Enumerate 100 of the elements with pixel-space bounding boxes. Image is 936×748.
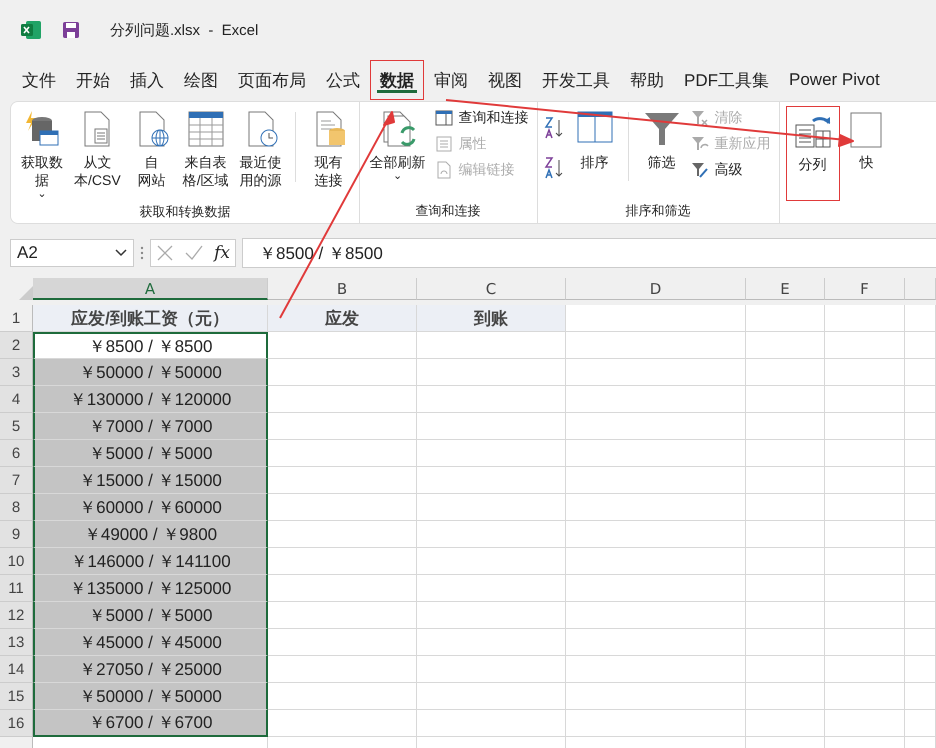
ribbon-button[interactable]: 获取数 据 ⌄ bbox=[17, 106, 67, 202]
table-cell[interactable] bbox=[746, 656, 825, 683]
row-header[interactable]: 7 bbox=[0, 467, 33, 494]
table-cell[interactable]: ￥45000 / ￥45000 bbox=[33, 629, 268, 656]
row-header[interactable]: 2 bbox=[0, 332, 33, 359]
row-header[interactable]: 8 bbox=[0, 494, 33, 521]
table-cell[interactable]: ￥60000 / ￥60000 bbox=[33, 494, 268, 521]
table-cell[interactable] bbox=[905, 386, 936, 413]
sort-descending-icon[interactable] bbox=[544, 156, 564, 180]
table-cell[interactable] bbox=[417, 332, 566, 359]
table-cell[interactable] bbox=[268, 467, 417, 494]
table-cell[interactable]: ￥135000 / ￥125000 bbox=[33, 575, 268, 602]
table-cell[interactable] bbox=[566, 629, 746, 656]
formula-field[interactable]: ￥8500 / ￥8500 bbox=[242, 238, 936, 268]
row-header[interactable]: 5 bbox=[0, 413, 33, 440]
table-cell[interactable] bbox=[566, 521, 746, 548]
table-cell[interactable] bbox=[566, 575, 746, 602]
table-cell[interactable] bbox=[905, 683, 936, 710]
table-cell[interactable] bbox=[417, 359, 566, 386]
table-cell[interactable] bbox=[746, 332, 825, 359]
table-cell[interactable] bbox=[417, 548, 566, 575]
table-cell[interactable] bbox=[268, 332, 417, 359]
table-cell[interactable] bbox=[746, 305, 825, 332]
table-cell[interactable] bbox=[746, 602, 825, 629]
table-cell[interactable] bbox=[905, 494, 936, 521]
table-cell[interactable] bbox=[746, 548, 825, 575]
ribbon-tab[interactable]: 数据 bbox=[370, 60, 424, 100]
table-cell[interactable] bbox=[268, 602, 417, 629]
table-cell[interactable] bbox=[417, 521, 566, 548]
table-cell[interactable] bbox=[746, 386, 825, 413]
table-cell[interactable] bbox=[566, 413, 746, 440]
column-header[interactable]: C bbox=[417, 278, 566, 300]
table-cell[interactable] bbox=[905, 332, 936, 359]
table-cell[interactable]: ￥130000 / ￥120000 bbox=[33, 386, 268, 413]
table-cell[interactable] bbox=[268, 575, 417, 602]
table-cell[interactable]: ￥8500 / ￥8500 bbox=[33, 332, 268, 359]
row-header[interactable]: 10 bbox=[0, 548, 33, 575]
table-cell[interactable] bbox=[746, 467, 825, 494]
row-header[interactable]: 12 bbox=[0, 602, 33, 629]
table-cell[interactable] bbox=[417, 575, 566, 602]
table-cell[interactable] bbox=[825, 494, 905, 521]
table-cell[interactable] bbox=[417, 629, 566, 656]
table-cell[interactable] bbox=[905, 440, 936, 467]
row-header[interactable]: 13 bbox=[0, 629, 33, 656]
row-header[interactable]: 6 bbox=[0, 440, 33, 467]
table-cell[interactable] bbox=[825, 305, 905, 332]
table-cell[interactable] bbox=[268, 710, 417, 737]
table-cell[interactable] bbox=[268, 521, 417, 548]
table-cell[interactable] bbox=[825, 467, 905, 494]
table-cell[interactable] bbox=[746, 413, 825, 440]
table-cell[interactable]: ￥5000 / ￥5000 bbox=[33, 602, 268, 629]
ribbon-tab[interactable]: 帮助 bbox=[620, 60, 674, 100]
table-cell[interactable] bbox=[268, 440, 417, 467]
table-cell[interactable] bbox=[417, 494, 566, 521]
ribbon-button[interactable]: 查询和连接 bbox=[432, 108, 531, 128]
table-cell[interactable] bbox=[566, 359, 746, 386]
ribbon-button[interactable]: 现有 连接 bbox=[304, 106, 353, 202]
table-cell[interactable] bbox=[417, 467, 566, 494]
ribbon-button[interactable]: 来自表 格/区域 bbox=[178, 106, 233, 202]
table-cell[interactable] bbox=[417, 683, 566, 710]
table-cell[interactable] bbox=[566, 683, 746, 710]
table-cell[interactable] bbox=[566, 332, 746, 359]
table-cell[interactable] bbox=[825, 710, 905, 737]
table-cell[interactable] bbox=[825, 413, 905, 440]
table-cell[interactable] bbox=[566, 656, 746, 683]
table-cell[interactable] bbox=[825, 683, 905, 710]
table-cell[interactable]: ￥50000 / ￥50000 bbox=[33, 359, 268, 386]
table-cell[interactable] bbox=[905, 656, 936, 683]
table-cell[interactable] bbox=[417, 386, 566, 413]
ribbon-tab[interactable]: PDF工具集 bbox=[674, 60, 779, 100]
ribbon-button[interactable]: 快 bbox=[842, 106, 891, 201]
table-cell[interactable] bbox=[825, 656, 905, 683]
table-cell[interactable] bbox=[417, 413, 566, 440]
table-cell[interactable] bbox=[268, 386, 417, 413]
table-cell[interactable] bbox=[268, 413, 417, 440]
table-cell[interactable] bbox=[825, 629, 905, 656]
table-cell[interactable] bbox=[268, 683, 417, 710]
ribbon-button[interactable]: 高级 bbox=[688, 160, 773, 180]
table-cell[interactable] bbox=[905, 548, 936, 575]
insert-function-button[interactable]: fx bbox=[214, 243, 230, 263]
table-cell[interactable] bbox=[825, 602, 905, 629]
table-cell[interactable] bbox=[746, 575, 825, 602]
table-cell[interactable] bbox=[905, 413, 936, 440]
table-cell[interactable] bbox=[566, 548, 746, 575]
table-cell[interactable] bbox=[566, 710, 746, 737]
check-icon[interactable] bbox=[184, 244, 204, 262]
table-cell[interactable] bbox=[268, 548, 417, 575]
table-cell[interactable] bbox=[905, 467, 936, 494]
name-box[interactable]: A2 bbox=[10, 239, 134, 267]
table-cell[interactable] bbox=[566, 440, 746, 467]
column-header[interactable] bbox=[905, 278, 936, 300]
table-cell[interactable] bbox=[268, 359, 417, 386]
table-cell[interactable] bbox=[417, 710, 566, 737]
table-cell[interactable] bbox=[566, 386, 746, 413]
table-cell[interactable] bbox=[825, 521, 905, 548]
table-cell[interactable] bbox=[746, 629, 825, 656]
table-cell[interactable] bbox=[825, 332, 905, 359]
table-cell[interactable] bbox=[746, 440, 825, 467]
ribbon-tab[interactable]: 公式 bbox=[316, 60, 370, 100]
table-cell[interactable] bbox=[746, 683, 825, 710]
